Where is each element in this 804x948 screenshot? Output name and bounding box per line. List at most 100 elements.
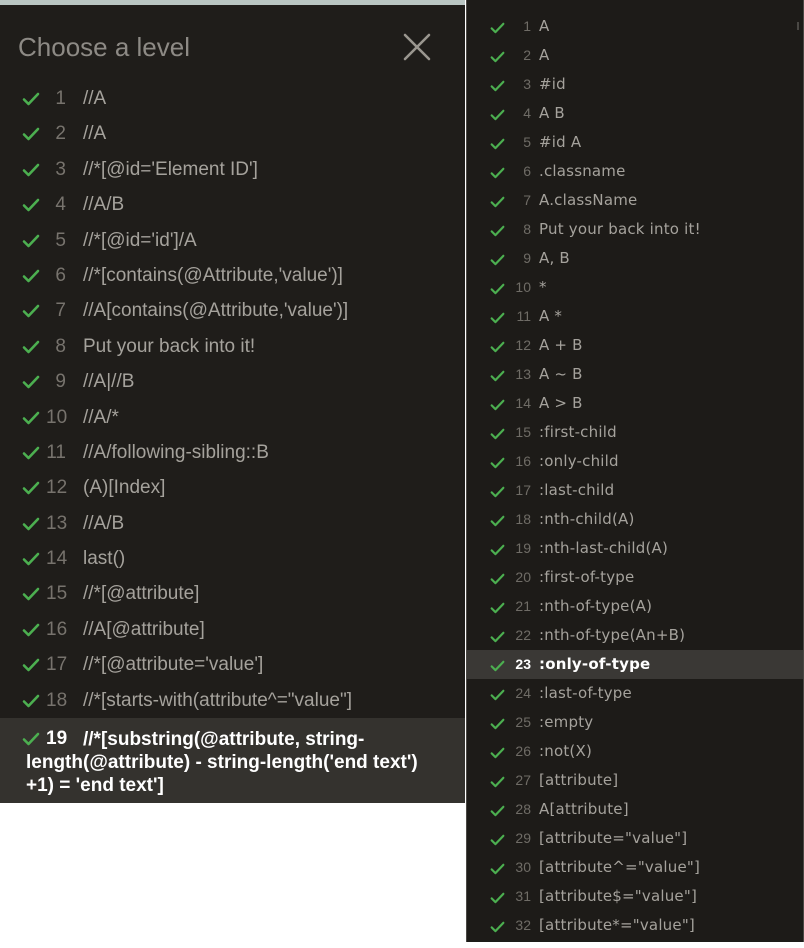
level-label: [attribute="value"]	[539, 829, 688, 847]
css-level-item[interactable]: 13 A ~ B	[467, 360, 803, 389]
css-level-item[interactable]: 18 :nth-child(A)	[467, 505, 803, 534]
level-number: 20	[515, 569, 531, 585]
check-icon	[490, 167, 505, 179]
level-item[interactable]: 4 //A/B	[0, 187, 465, 222]
css-level-item[interactable]: 7 A.className	[467, 186, 803, 215]
level-number: 28	[515, 801, 531, 817]
close-button[interactable]	[402, 32, 432, 62]
level-item[interactable]: 13 //A/B	[0, 506, 465, 541]
level-number: 12	[515, 337, 531, 353]
check-icon	[490, 341, 505, 353]
level-label: //*[@attribute]	[83, 583, 200, 605]
css-level-list: 1 A 2 A 3 #id 4 A B 5 #id A 6 .classname 7 A.classNam…	[467, 12, 803, 940]
level-number: 6	[55, 264, 66, 286]
level-label: #id A	[539, 133, 582, 151]
check-icon	[490, 834, 505, 846]
css-level-item[interactable]: 10 *	[467, 273, 803, 302]
level-item[interactable]: 6 //*[contains(@Attribute,'value')]	[0, 258, 465, 293]
css-level-item[interactable]: 20:first-of-type	[467, 563, 803, 592]
check-icon	[22, 375, 40, 389]
level-item[interactable]: 1 //A	[0, 81, 465, 116]
css-level-item[interactable]: 25:empty	[467, 708, 803, 737]
level-number: 23	[515, 656, 531, 672]
css-level-item[interactable]: 22:nth-of-type(An+B)	[467, 621, 803, 650]
level-item[interactable]: 19//*[substring(@attribute, string-lengt…	[0, 718, 465, 804]
level-item[interactable]: 9 //A|//B	[0, 364, 465, 399]
css-level-item[interactable]: 6 .classname	[467, 157, 803, 186]
level-label: //A/B	[83, 194, 125, 216]
level-label: [attribute]	[539, 771, 619, 789]
css-level-item[interactable]: 31 [attribute$="value"]	[467, 882, 803, 911]
css-level-item[interactable]: 8 Put your back into it!	[467, 215, 803, 244]
level-label: //A[@attribute]	[83, 618, 205, 640]
css-level-item[interactable]: 30 [attribute^="value"]	[467, 853, 803, 882]
level-number: 5	[55, 229, 66, 251]
css-level-item[interactable]: 11 A *	[467, 302, 803, 331]
level-label: A > B	[539, 394, 583, 412]
level-item[interactable]: 15 //*[@attribute]	[0, 576, 465, 611]
css-level-item[interactable]: 23 :only-of-type	[467, 650, 803, 679]
check-icon	[490, 747, 505, 759]
css-level-item[interactable]: 28 A[attribute]	[467, 795, 803, 824]
css-level-item[interactable]: 15:first-child	[467, 418, 803, 447]
css-level-item[interactable]: 5 #id A	[467, 128, 803, 157]
css-level-item[interactable]: 17:last-child	[467, 476, 803, 505]
css-level-item[interactable]: 1A	[467, 12, 803, 41]
level-number: 25	[515, 714, 531, 730]
css-level-item[interactable]: 24:last-of-type	[467, 679, 803, 708]
level-item[interactable]: 18 //*[starts-with(attribute^="value"]	[0, 683, 465, 718]
css-level-item[interactable]: 26:not(X)	[467, 737, 803, 766]
check-icon	[490, 22, 505, 34]
level-label: A B	[539, 104, 565, 122]
level-item[interactable]: 3 //*[@id='Element ID']	[0, 152, 465, 187]
css-level-item[interactable]: 4 A B	[467, 99, 803, 128]
level-number: 3	[55, 158, 66, 180]
level-item[interactable]: 7 //A[contains(@Attribute,'value')]	[0, 293, 465, 328]
check-icon	[490, 283, 505, 295]
level-item[interactable]: 5 //*[@id='id']/A	[0, 223, 465, 258]
level-label: A[attribute]	[539, 800, 629, 818]
level-number: 11	[46, 441, 66, 463]
level-item[interactable]: 16 //A[@attribute]	[0, 612, 465, 647]
level-item[interactable]: 12 (A)[Index]	[0, 470, 465, 505]
css-level-item[interactable]: 12 A + B	[467, 331, 803, 360]
level-item[interactable]: 10 //A/*	[0, 400, 465, 435]
check-icon	[22, 694, 40, 707]
check-icon	[490, 660, 505, 672]
css-level-item[interactable]: 21:nth-of-type(A)	[467, 592, 803, 621]
check-icon	[490, 399, 505, 411]
css-level-item[interactable]: 29 [attribute="value"]	[467, 824, 803, 853]
level-number: 2	[523, 47, 531, 63]
level-number: 18	[515, 511, 531, 527]
css-level-item[interactable]: 16:only-child	[467, 447, 803, 476]
level-label: :only-child	[539, 452, 619, 470]
level-label: :nth-of-type(A)	[539, 597, 653, 615]
css-level-item[interactable]: 14 A > B	[467, 389, 803, 418]
check-icon	[490, 370, 505, 382]
css-level-item[interactable]: 19:nth-last-child(A)	[467, 534, 803, 563]
level-number: 1	[523, 18, 531, 34]
level-label: A.className	[539, 191, 638, 209]
css-level-item[interactable]: 32 [attribute*="value"]	[467, 911, 803, 940]
level-label: [attribute$="value"]	[539, 887, 698, 905]
level-label: //*[substring(@attribute, string-length(…	[26, 729, 418, 797]
css-level-item[interactable]: 27 [attribute]	[467, 766, 803, 795]
css-level-item[interactable]: 2A	[467, 41, 803, 70]
css-level-item[interactable]: 3 #id	[467, 70, 803, 99]
level-item[interactable]: 17 //*[@attribute='value']	[0, 647, 465, 682]
level-item[interactable]: 8 Put your back into it!	[0, 329, 465, 364]
level-label: :nth-child(A)	[539, 510, 635, 528]
check-icon	[22, 305, 40, 318]
level-label: A ~ B	[539, 365, 583, 383]
level-number: 6	[523, 163, 531, 179]
level-item[interactable]: 14 last()	[0, 541, 465, 576]
level-label: A *	[539, 307, 563, 325]
level-number: 4	[55, 194, 66, 216]
level-item[interactable]: 11 //A/following-sibling::B	[0, 435, 465, 470]
check-icon	[490, 921, 505, 933]
level-label: :only-of-type	[539, 655, 651, 673]
check-icon	[490, 718, 505, 730]
check-icon	[22, 234, 40, 247]
level-item[interactable]: 2 //A	[0, 116, 465, 151]
css-level-item[interactable]: 9 A, B	[467, 244, 803, 273]
